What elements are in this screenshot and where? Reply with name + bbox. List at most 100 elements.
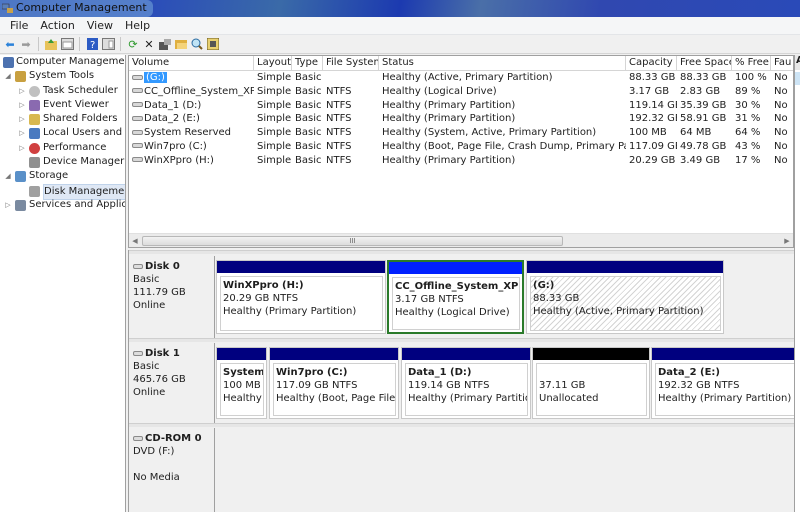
horizontal-scrollbar[interactable]: ◀ III ▶ xyxy=(129,233,793,247)
partition-block[interactable]: WinXPpro (H:) 20.29 GB NTFS Healthy (Prima… xyxy=(216,260,386,334)
partition-status: Healthy (Primary Partition) xyxy=(658,393,792,404)
help-icon[interactable]: ? xyxy=(85,37,99,51)
table-row[interactable]: Win7pro (C:) Simple Basic NTFS Healthy (Boot… xyxy=(129,140,793,154)
cell-file-system: NTFS xyxy=(326,85,352,97)
column-header-fault-tolerance[interactable]: Fau xyxy=(771,56,793,71)
cell-percent-free: 31 % xyxy=(735,113,761,125)
properties-icon[interactable] xyxy=(158,37,172,51)
volume-rows: (G:) Simple Basic Healthy (Active, Primary … xyxy=(129,71,793,168)
disk-label[interactable]: CD-ROM 0 DVD (F:) No Media xyxy=(129,428,215,512)
table-row[interactable]: System Reserved Simple Basic NTFS Healthy (S… xyxy=(129,126,793,140)
cell-layout: Simple xyxy=(257,72,292,83)
disk-icon xyxy=(133,263,143,269)
column-header-file-system[interactable]: File System xyxy=(323,56,379,71)
cell-capacity: 192.32 GB xyxy=(629,113,677,125)
collapse-arrow-icon[interactable]: ◢ xyxy=(4,69,12,83)
cdrom-icon xyxy=(133,435,143,441)
window-title-tab[interactable]: Computer Management xyxy=(0,0,153,17)
expand-arrow-icon[interactable]: ▷ xyxy=(18,126,26,140)
partition-size: 20.29 GB NTFS xyxy=(223,293,299,304)
actions-item[interactable] xyxy=(795,72,800,85)
up-folder-icon[interactable] xyxy=(44,37,58,51)
expand-arrow-icon[interactable]: ▷ xyxy=(18,84,26,98)
disk-row-disk-1: Disk 1 Basic 465.76 GB Online System R 100 MB… xyxy=(129,343,794,423)
table-row[interactable]: Data_1 (D:) Simple Basic NTFS Healthy (Prima… xyxy=(129,99,793,113)
table-row[interactable]: Data_2 (E:) Simple Basic NTFS Healthy (Prima… xyxy=(129,112,793,126)
tree-item-shared-folders[interactable]: ▷ Shared Folders xyxy=(0,112,125,126)
scroll-right-icon[interactable]: ▶ xyxy=(781,234,793,247)
cell-file-system: NTFS xyxy=(326,154,352,166)
delete-icon[interactable]: ✕ xyxy=(142,37,156,51)
tree-item-task-scheduler[interactable]: ▷ Task Scheduler xyxy=(0,84,125,98)
tree-item-performance[interactable]: ▷ Performance xyxy=(0,141,125,155)
menu-help[interactable]: Help xyxy=(119,19,156,32)
tree-item-disk-management[interactable]: Disk Management xyxy=(0,183,125,200)
column-header-type[interactable]: Type xyxy=(292,56,323,71)
disk-label[interactable]: Disk 0 Basic 111.79 GB Online xyxy=(129,256,215,338)
partition-size: 117.09 GB NTFS xyxy=(276,380,358,391)
menu-view[interactable]: View xyxy=(81,19,119,32)
volume-name: (G:) xyxy=(144,72,167,83)
cell-type: Basic xyxy=(295,154,322,166)
partition-block[interactable]: Data_1 (D:) 119.14 GB NTFS Healthy (Primar… xyxy=(401,347,531,419)
partition-size: 37.11 GB xyxy=(539,380,586,391)
tree-item-services-and-applicat[interactable]: ▷ Services and Applicat xyxy=(0,198,125,212)
partition-block[interactable]: (G:) 88.33 GB Healthy (Active, Primary Par… xyxy=(526,260,724,334)
disk-type: Basic xyxy=(133,274,160,285)
partition-block[interactable]: Win7pro (C:) 117.09 GB NTFS Healthy (Boot,… xyxy=(269,347,399,419)
unallocated-space[interactable]: 37.11 GB Unallocated xyxy=(532,347,650,419)
cell-capacity: 88.33 GB xyxy=(629,72,676,83)
expand-arrow-icon[interactable]: ▷ xyxy=(18,98,26,112)
cell-fault-tolerance: No xyxy=(774,85,788,97)
refresh-icon[interactable]: ⟳ xyxy=(126,37,140,51)
partition-status: Healthy (S xyxy=(223,393,263,404)
disk-label[interactable]: Disk 1 Basic 465.76 GB Online xyxy=(129,343,215,423)
expand-arrow-icon[interactable]: ▷ xyxy=(4,198,12,212)
column-header-capacity[interactable]: Capacity xyxy=(626,56,677,71)
menu-file[interactable]: File xyxy=(4,19,34,32)
tree-item-label: Shared Folders xyxy=(43,113,118,125)
cell-free-space: 3.49 GB xyxy=(680,154,721,166)
tree-item-local-users-and-gr[interactable]: ▷ Local Users and Gr xyxy=(0,126,125,140)
cell-volume: CC_Offline_System_XP (I:) xyxy=(129,85,254,99)
column-header-free-space[interactable]: Free Space xyxy=(677,56,732,71)
tree-item-event-viewer[interactable]: ▷ Event Viewer xyxy=(0,98,125,112)
tree-item-device-manager[interactable]: Device Manager xyxy=(0,155,125,169)
partition-block[interactable]: System R 100 MB N Healthy (S xyxy=(216,347,267,419)
open-icon[interactable] xyxy=(174,37,188,51)
tree-item-computer-management[interactable]: Computer Management xyxy=(0,55,125,69)
column-header-volume[interactable]: Volume xyxy=(129,56,254,71)
table-row[interactable]: (G:) Simple Basic Healthy (Active, Primary … xyxy=(129,71,793,85)
cell-percent-free: 100 % xyxy=(735,72,767,83)
clock-icon xyxy=(29,85,40,97)
cell-capacity: 119.14 GB xyxy=(629,99,677,111)
show-hide-action-pane-icon[interactable] xyxy=(101,37,115,51)
table-row[interactable]: WinXPpro (H:) Simple Basic NTFS Healthy (Pri… xyxy=(129,154,793,168)
search-icon[interactable] xyxy=(190,37,204,51)
tree-item-system-tools[interactable]: ◢ System Tools xyxy=(0,69,125,83)
tree-item-storage[interactable]: ◢ Storage xyxy=(0,169,125,183)
back-icon[interactable]: ⬅ xyxy=(3,37,17,51)
partition-size: 119.14 GB NTFS xyxy=(408,380,490,391)
disk-wizard-icon[interactable] xyxy=(206,37,220,51)
menu-action[interactable]: Action xyxy=(34,19,80,32)
expand-arrow-icon[interactable]: ▷ xyxy=(18,141,26,155)
show-hide-tree-icon[interactable] xyxy=(60,37,74,51)
scroll-left-icon[interactable]: ◀ xyxy=(129,234,141,247)
column-header-percent-free[interactable]: % Free xyxy=(732,56,771,71)
table-row[interactable]: CC_Offline_System_XP (I:)SimpleBasic NTFS… xyxy=(129,85,793,99)
volume-name: Data_1 (D:) xyxy=(144,99,202,111)
scrollbar-thumb[interactable]: III xyxy=(142,236,563,246)
partition-title: Data_1 (D:) xyxy=(408,367,472,378)
expand-arrow-icon[interactable]: ▷ xyxy=(18,112,26,126)
disk-type: Basic xyxy=(133,361,160,372)
collapse-arrow-icon[interactable]: ◢ xyxy=(4,169,12,183)
column-header-status[interactable]: Status xyxy=(379,56,626,71)
forward-icon[interactable]: ➡ xyxy=(19,37,33,51)
partition-block[interactable]: Data_2 (E:) 192.32 GB NTFS Healthy (Primar… xyxy=(651,347,794,419)
cell-fault-tolerance: No xyxy=(774,127,788,139)
partition-title: Data_2 (E:) xyxy=(658,367,720,378)
disk-status: Online xyxy=(133,300,166,311)
column-header-layout[interactable]: Layout xyxy=(254,56,292,71)
partition-block[interactable]: CC_Offline_System_XP (I:) 3.17 GB NTFS Hea… xyxy=(387,260,524,334)
